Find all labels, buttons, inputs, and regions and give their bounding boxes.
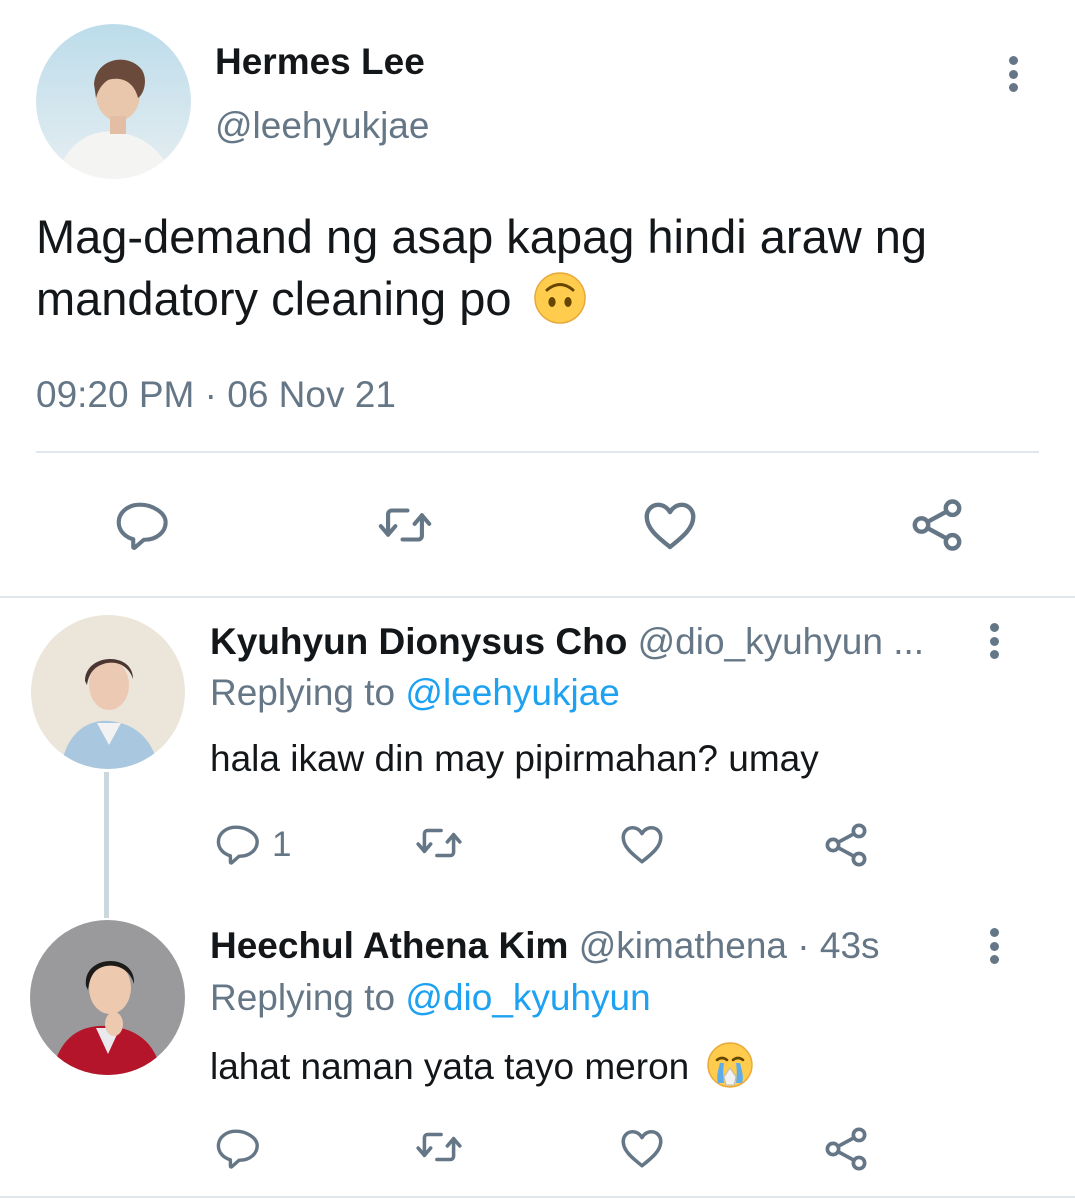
avatar-heechul[interactable]	[30, 920, 185, 1075]
reply2-replying-to: Replying to @dio_kyuhyun	[210, 976, 651, 1020]
more-options-icon[interactable]	[988, 928, 1000, 964]
reply2-text-line: lahat naman yata tayo meron	[210, 1041, 754, 1089]
divider	[0, 1196, 1075, 1198]
retweet-icon[interactable]	[411, 1122, 467, 1172]
retweet-icon[interactable]	[411, 818, 467, 868]
reply1-header: Kyuhyun Dionysus Cho @dio_kyuhyun ...	[210, 620, 924, 664]
replying-to-label: Replying to	[210, 977, 396, 1018]
avatar-image	[30, 920, 185, 1075]
retweet-icon[interactable]	[371, 496, 439, 554]
main-tweet-text: Mag-demand ng asap kapag hindi araw ng m…	[36, 206, 1026, 330]
avatar-image	[31, 615, 185, 769]
crying-face-emoji	[706, 1041, 754, 1089]
reply-count: 1	[272, 825, 292, 864]
share-icon[interactable]	[906, 494, 968, 556]
divider	[0, 596, 1075, 598]
avatar-hermes-lee[interactable]	[36, 24, 191, 179]
more-options-icon[interactable]	[1007, 56, 1019, 92]
main-timestamp: 09:20 PM · 06 Nov 21	[36, 374, 396, 415]
reply2-text: lahat naman yata tayo meron	[210, 1046, 690, 1087]
divider	[36, 451, 1039, 453]
reply2-header: Heechul Athena Kim @kimathena · 43s	[210, 924, 880, 968]
thread-line	[104, 772, 109, 918]
main-handle[interactable]: @leehyukjae	[215, 104, 429, 148]
reply1-replying-to: Replying to @leehyukjae	[210, 671, 620, 715]
reply1-handle[interactable]: @dio_kyuhyun	[638, 621, 883, 662]
avatar-kyuhyun[interactable]	[31, 615, 185, 769]
reply-icon[interactable]	[212, 1124, 260, 1172]
share-icon[interactable]	[820, 1122, 872, 1176]
share-icon[interactable]	[820, 818, 872, 872]
reply1-handle-ellipsis: ...	[893, 621, 925, 662]
like-icon[interactable]	[617, 1122, 667, 1174]
reply-icon[interactable]	[111, 496, 169, 554]
upside-down-face-emoji	[533, 271, 587, 325]
main-display-name[interactable]: Hermes Lee	[215, 40, 425, 84]
reply2-time: · 43s	[797, 925, 880, 966]
more-options-icon[interactable]	[988, 623, 1000, 659]
reply2-display-name[interactable]: Heechul Athena Kim	[210, 925, 568, 966]
main-tweet-text-body: Mag-demand ng asap kapag hindi araw ng m…	[36, 210, 927, 325]
reply1-text: hala ikaw din may pipirmahan? umay	[210, 738, 819, 779]
reply1-display-name[interactable]: Kyuhyun Dionysus Cho	[210, 621, 627, 662]
replying-to-link[interactable]: @leehyukjae	[405, 672, 619, 713]
replying-to-label: Replying to	[210, 672, 396, 713]
like-icon[interactable]	[639, 494, 701, 556]
avatar-image	[36, 24, 191, 179]
like-icon[interactable]	[617, 818, 667, 870]
reply2-handle[interactable]: @kimathena	[579, 925, 787, 966]
replying-to-link[interactable]: @dio_kyuhyun	[405, 977, 650, 1018]
reply-icon[interactable]	[212, 820, 260, 868]
